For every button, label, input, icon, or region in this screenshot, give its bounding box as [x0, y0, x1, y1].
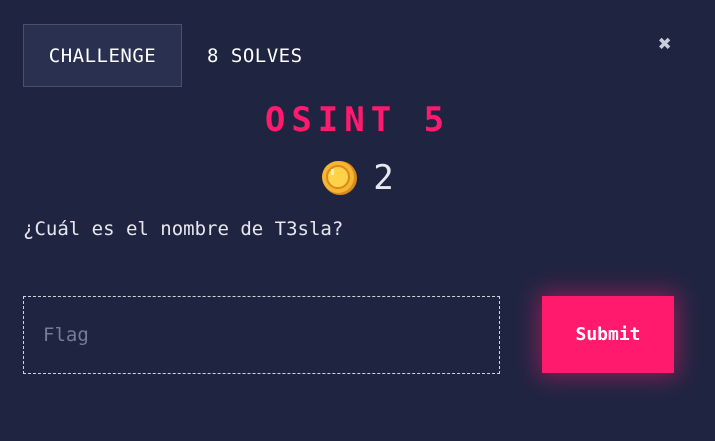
points-value: 2: [373, 158, 394, 198]
challenge-modal: CHALLENGE 8 SOLVES ✖ OSINT 5 2 ¿Cuál es …: [0, 0, 715, 441]
coin-icon: [322, 161, 358, 195]
close-icon[interactable]: ✖: [654, 34, 676, 56]
challenge-title: OSINT 5: [264, 100, 451, 140]
tab-challenge[interactable]: CHALLENGE: [23, 24, 182, 87]
flag-input[interactable]: [23, 296, 500, 374]
tab-bar: CHALLENGE 8 SOLVES: [23, 24, 303, 87]
submit-button[interactable]: Submit: [542, 296, 674, 373]
tab-solves[interactable]: 8 SOLVES: [182, 24, 303, 87]
challenge-question: ¿Cuál es el nombre de T3sla?: [23, 218, 344, 240]
points-display: 2: [0, 158, 715, 198]
